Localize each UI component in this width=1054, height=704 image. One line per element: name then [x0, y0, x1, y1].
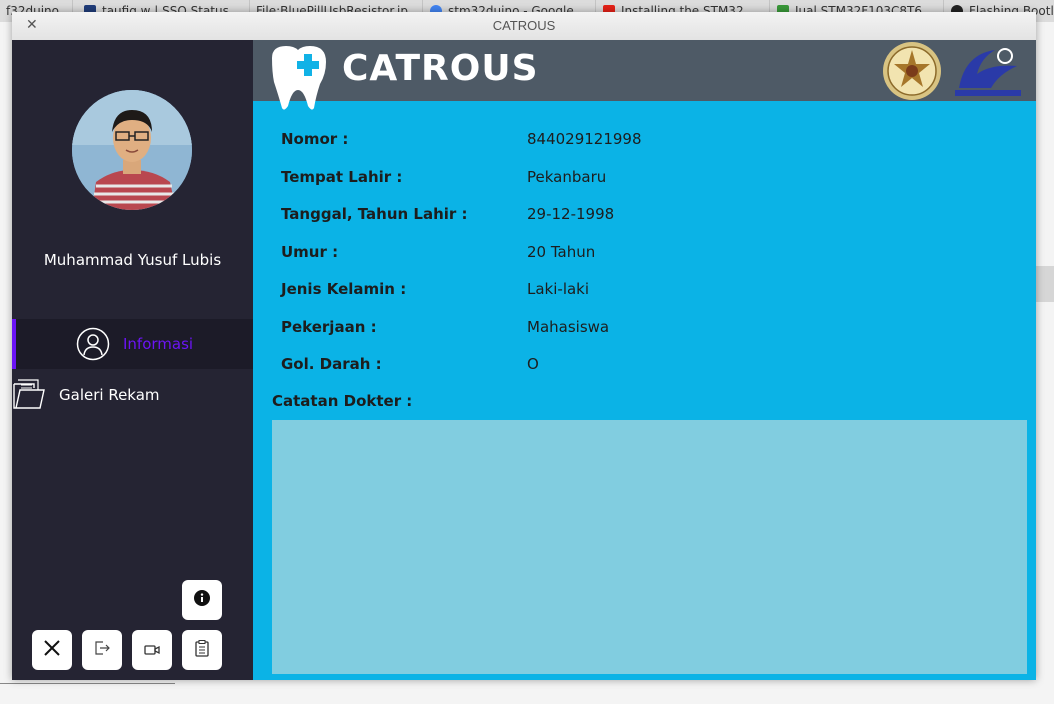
doctor-notes-field[interactable] [272, 420, 1027, 674]
background-strip [1036, 266, 1054, 302]
background-page-right [1036, 22, 1054, 704]
sidebar-item-label: Informasi [123, 335, 194, 353]
university-seal-icon [881, 40, 943, 106]
info-button[interactable] [182, 580, 222, 620]
sidebar-item-galeri-rekam[interactable]: Galeri Rekam [12, 370, 253, 420]
field-label-pekerjaan: Pekerjaan : [281, 318, 377, 336]
field-value-pekerjaan: Mahasiswa [527, 318, 610, 336]
clipboard-icon [195, 639, 209, 661]
video-button[interactable] [132, 630, 172, 670]
field-label-tempat-lahir: Tempat Lahir : [281, 168, 403, 186]
notes-label: Catatan Dokter : [272, 392, 413, 410]
clipboard-button[interactable] [182, 630, 222, 670]
background-page-left [0, 22, 12, 704]
field-label-umur: Umur : [281, 243, 339, 261]
folder-icon [12, 378, 46, 416]
app-window: ✕ CATROUS Muhammad Yusuf Lubis Informasi… [12, 12, 1036, 680]
field-label-nomor: Nomor : [281, 130, 349, 148]
background-page-bottom [0, 680, 1054, 704]
sidebar-item-informasi[interactable]: Informasi [12, 319, 253, 369]
sidebar-item-label: Galeri Rekam [59, 386, 160, 404]
field-value-nomor: 844029121998 [527, 130, 642, 148]
info-icon [194, 590, 210, 610]
active-indicator [12, 319, 16, 369]
title-bar: ✕ CATROUS [12, 12, 1036, 41]
user-name: Muhammad Yusuf Lubis [43, 251, 222, 269]
field-value-gol-darah: O [527, 355, 539, 373]
user-circle-icon [76, 327, 110, 365]
window-title: CATROUS [492, 18, 556, 33]
field-label-jenis-kelamin: Jenis Kelamin : [281, 280, 407, 298]
video-camera-icon [144, 641, 160, 660]
ristekdikti-logo-icon [955, 44, 1021, 102]
field-value-tempat-lahir: Pekanbaru [527, 168, 607, 186]
logout-button[interactable] [82, 630, 122, 670]
field-value-tanggal-lahir: 29-12-1998 [527, 205, 615, 223]
avatar [72, 90, 192, 210]
field-value-jenis-kelamin: Laki-laki [527, 280, 590, 298]
field-label-tanggal-lahir: Tanggal, Tahun Lahir : [281, 205, 468, 223]
logout-icon [94, 640, 110, 660]
field-value-umur: 20 Tahun [527, 243, 596, 261]
tooth-logo-icon [264, 44, 332, 116]
close-icon [43, 639, 61, 661]
sidebar: Muhammad Yusuf Lubis Informasi Galeri Re… [12, 40, 253, 680]
app-header: CATROUS [253, 40, 1036, 110]
divider [0, 683, 175, 684]
app-title: CATROUS [342, 48, 539, 89]
close-button[interactable] [32, 630, 72, 670]
field-label-gol-darah: Gol. Darah : [281, 355, 382, 373]
